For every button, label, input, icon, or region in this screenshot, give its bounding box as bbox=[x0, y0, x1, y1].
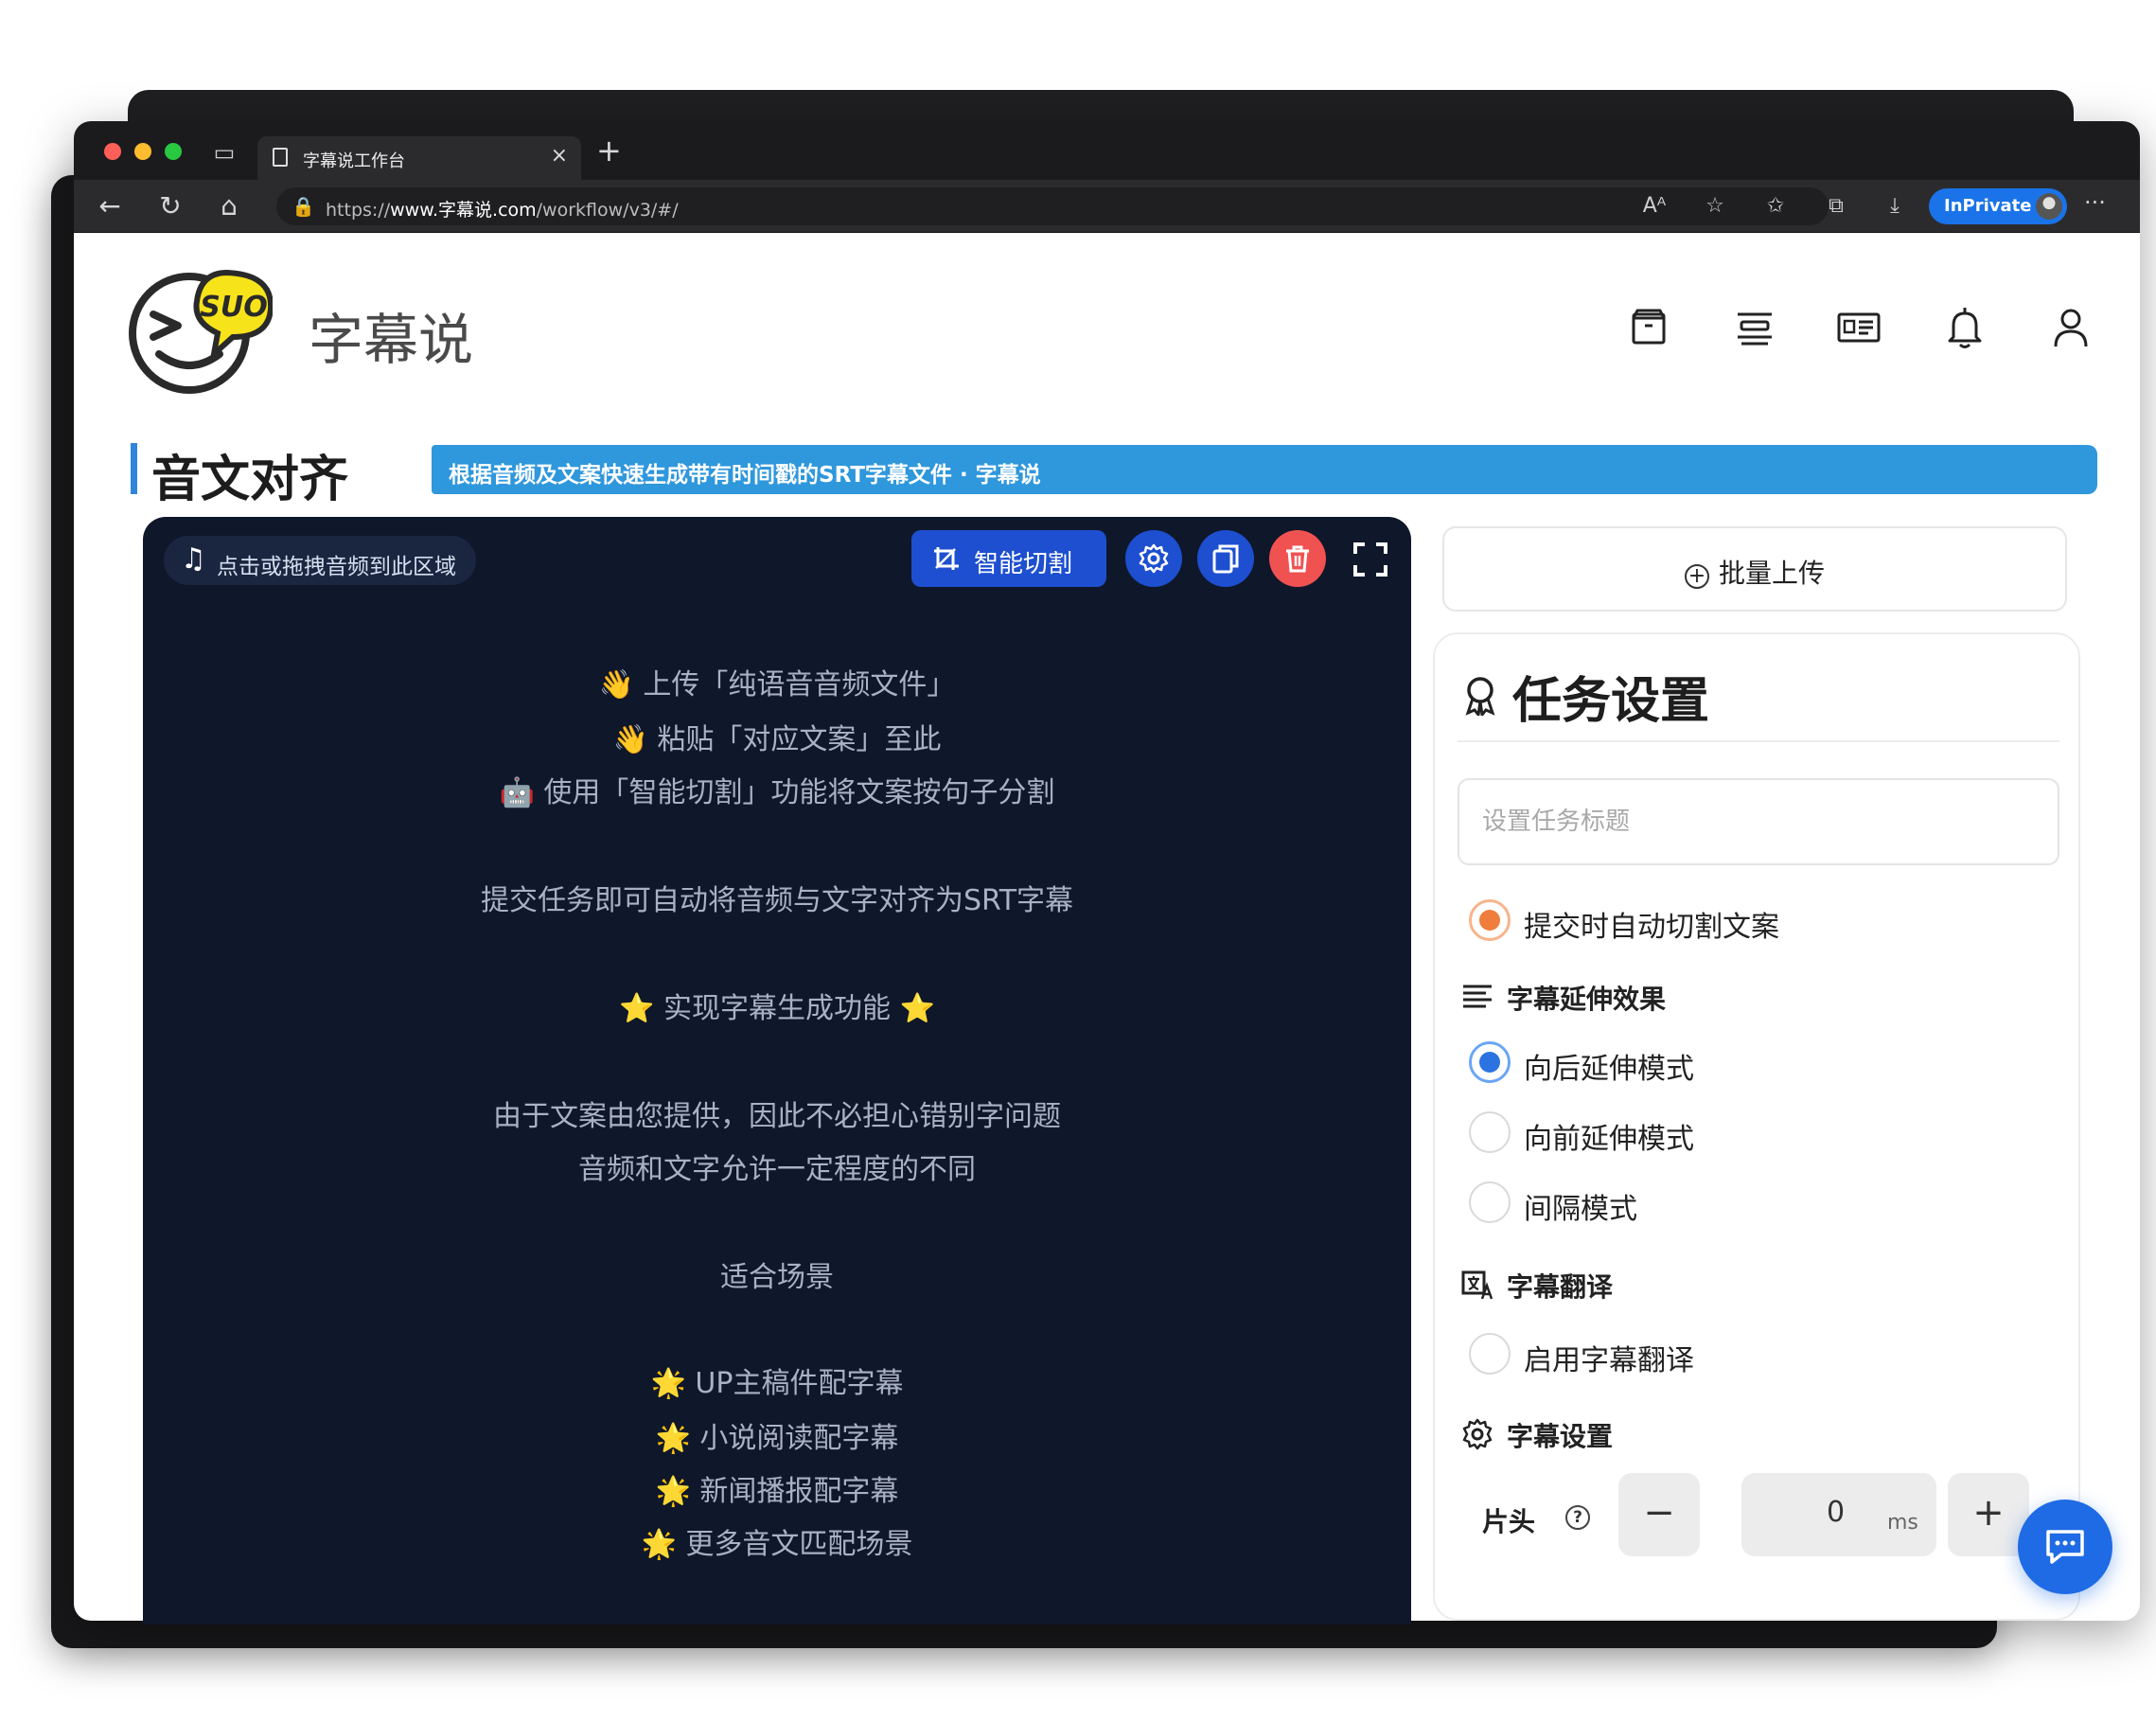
guide-line: 由于文案由您提供，因此不必担心错别字问题 bbox=[493, 1100, 1061, 1133]
head-offset-row: 片头 ? − 0 ms + bbox=[1458, 1473, 2063, 1558]
reload-icon[interactable]: ↻ bbox=[153, 189, 187, 223]
align-left-icon bbox=[1463, 985, 1492, 1008]
settings-button[interactable] bbox=[1125, 530, 1182, 587]
home-icon[interactable]: ⌂ bbox=[212, 189, 246, 223]
copy-button[interactable] bbox=[1197, 530, 1254, 587]
url-text: https://www.字幕说.com/workflow/v3/#/ bbox=[326, 200, 679, 221]
delete-button[interactable] bbox=[1269, 530, 1326, 587]
back-icon[interactable]: ← bbox=[93, 189, 127, 223]
editor-panel[interactable]: ♫ 点击或拖拽音频到此区域 智能切割 � bbox=[143, 517, 1411, 1624]
guide-line: 适合场景 bbox=[720, 1261, 834, 1294]
chat-button[interactable] bbox=[2018, 1500, 2112, 1594]
decrement-button[interactable]: − bbox=[1618, 1473, 1700, 1556]
auto-cut-radio[interactable] bbox=[1469, 899, 1511, 941]
divider bbox=[1458, 740, 2059, 742]
task-title-input[interactable] bbox=[1458, 778, 2059, 865]
task-settings-card: 任务设置 提交时自动切割文案 字幕延伸效果 向后延伸模式 向前延伸模式 间隔模式… bbox=[1433, 632, 2080, 1621]
minimize-window-button[interactable] bbox=[134, 143, 151, 160]
guide-line: 🌟 新闻播报配字幕 bbox=[655, 1475, 899, 1508]
translate-icon bbox=[1461, 1270, 1493, 1300]
close-window-button[interactable] bbox=[104, 143, 121, 160]
title-accent-bar bbox=[131, 443, 137, 494]
guide-line: 👋 上传「纯语音音频文件」 bbox=[598, 668, 956, 701]
batch-upload-button[interactable]: + 批量上传 bbox=[1442, 526, 2067, 612]
address-bar[interactable]: 🔒 https://www.字幕说.com/workflow/v3/#/ bbox=[276, 187, 1829, 225]
tab-title: 字幕说工作台 bbox=[303, 151, 405, 171]
collections-icon[interactable]: ⧉ bbox=[1819, 189, 1853, 223]
guide-line: 🌟 UP主稿件配字幕 bbox=[650, 1367, 904, 1400]
translate-radio[interactable] bbox=[1469, 1333, 1511, 1375]
guide-line: 提交任务即可自动将音频与文字对齐为SRT字幕 bbox=[480, 884, 1074, 917]
favorites-icon[interactable]: ✩ bbox=[1758, 189, 1793, 223]
guide-line: 🤖 使用「智能切割」功能将文案按句子分割 bbox=[499, 776, 1055, 809]
award-icon bbox=[1465, 677, 1495, 716]
crop-icon bbox=[934, 547, 959, 570]
suo-logo[interactable]: SUO bbox=[121, 256, 273, 398]
guide-line: 音频和文字允许一定程度的不同 bbox=[578, 1153, 976, 1186]
extend-backward-radio[interactable] bbox=[1469, 1041, 1511, 1083]
download-icon[interactable]: ⤓ bbox=[1878, 189, 1912, 223]
brand-name: 字幕说 bbox=[309, 308, 474, 372]
svg-text:SUO: SUO bbox=[200, 291, 267, 324]
site-header: SUO 字幕说 bbox=[74, 233, 2140, 418]
head-offset-input[interactable]: 0 ms bbox=[1741, 1473, 1936, 1556]
tab-actions-icon[interactable]: ▭ bbox=[210, 138, 239, 167]
guide-line: 🌟 小说阅读配字幕 bbox=[655, 1422, 899, 1455]
chat-icon bbox=[2046, 1530, 2084, 1564]
user-icon[interactable] bbox=[2048, 305, 2094, 350]
id-card-icon[interactable] bbox=[1836, 305, 1882, 350]
extend-forward-radio[interactable] bbox=[1469, 1111, 1511, 1153]
guide-line: ⭐ 实现字幕生成功能 ⭐ bbox=[619, 992, 935, 1025]
page-title-row: 音文对齐 根据音频及文案快速生成带有时间戳的SRT字幕文件 · 字幕说 bbox=[131, 441, 2097, 508]
extend-interval-radio[interactable] bbox=[1469, 1181, 1511, 1223]
tab-strip: ▭ 字幕说工作台 × + bbox=[74, 121, 2140, 180]
gear-icon bbox=[1462, 1418, 1493, 1450]
align-icon[interactable] bbox=[1732, 305, 1777, 350]
inprivate-badge[interactable]: InPrivate bbox=[1929, 188, 2067, 224]
bell-icon[interactable] bbox=[1942, 305, 1988, 350]
new-tab-icon[interactable]: + bbox=[596, 133, 622, 169]
trash-icon bbox=[1286, 545, 1309, 573]
copy-icon bbox=[1212, 544, 1239, 574]
close-tab-icon[interactable]: × bbox=[551, 144, 568, 168]
settings-title: 任务设置 bbox=[1512, 673, 1710, 730]
guide-line: 👋 粘贴「对应文案」至此 bbox=[612, 723, 942, 756]
archive-icon[interactable] bbox=[1626, 305, 1671, 350]
smart-cut-button[interactable]: 智能切割 bbox=[911, 530, 1106, 587]
browser-toolbar: ← ↻ ⌂ 🔒 https://www.字幕说.com/workflow/v3/… bbox=[74, 180, 2140, 233]
plus-circle-icon: + bbox=[1684, 564, 1709, 589]
read-aloud-icon[interactable]: Aᴬ bbox=[1637, 189, 1671, 223]
add-favorite-icon[interactable]: ☆ bbox=[1698, 189, 1732, 223]
maximize-window-button[interactable] bbox=[165, 143, 182, 160]
page-icon bbox=[273, 148, 288, 167]
help-icon[interactable]: ? bbox=[1565, 1505, 1590, 1530]
audio-drop-zone[interactable]: ♫ 点击或拖拽音频到此区域 bbox=[164, 536, 476, 585]
gear-icon bbox=[1139, 543, 1169, 574]
lock-icon: 🔒 bbox=[292, 195, 315, 218]
window-controls bbox=[104, 143, 182, 160]
more-options-icon[interactable]: ··· bbox=[2084, 189, 2106, 216]
guide-line: 🌟 更多音文匹配场景 bbox=[641, 1528, 913, 1561]
page-subtitle-banner: 根据音频及文案快速生成带有时间戳的SRT字幕文件 · 字幕说 bbox=[432, 445, 2097, 494]
page-title: 音文对齐 bbox=[151, 452, 349, 508]
tab-active[interactable]: 字幕说工作台 × bbox=[257, 136, 581, 180]
fullscreen-icon[interactable] bbox=[1352, 541, 1388, 577]
music-note-icon: ♫ bbox=[181, 542, 206, 576]
profile-avatar bbox=[2036, 193, 2062, 220]
